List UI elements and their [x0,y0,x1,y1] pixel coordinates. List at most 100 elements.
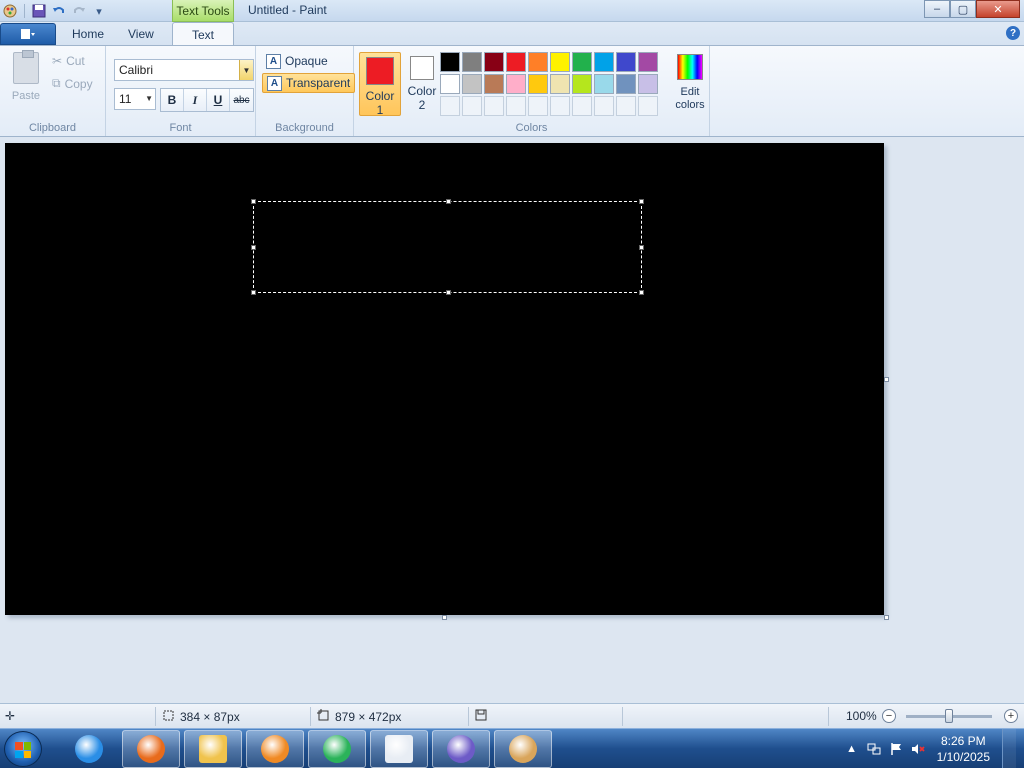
volume-muted-icon[interactable] [911,742,925,756]
copy-label: Copy [64,76,93,91]
palette-swatch[interactable] [616,52,636,72]
dropdown-icon[interactable]: ▾ [91,3,107,19]
palette-swatch[interactable] [594,52,614,72]
text-box-selection[interactable] [251,199,644,295]
cut-button[interactable]: ✂ Cut [52,54,85,68]
font-size-select[interactable]: 11 ▼ [114,88,156,110]
taskbar-button-media-center[interactable] [308,730,366,768]
custom-color-slot[interactable] [572,96,592,116]
custom-color-slot[interactable] [462,96,482,116]
maximize-button[interactable]: ▢ [950,0,976,18]
minimize-button[interactable]: – [924,0,950,18]
taskbar-button-media-player[interactable] [246,730,304,768]
resize-handle[interactable] [251,245,256,250]
help-icon[interactable]: ? [1006,26,1020,40]
bold-button[interactable]: B [161,89,184,111]
resize-handle[interactable] [446,199,451,204]
palette-swatch[interactable] [484,52,504,72]
palette-swatch[interactable] [550,52,570,72]
palette-swatch[interactable] [572,52,592,72]
drawing-canvas[interactable] [5,143,884,615]
taskbar-button-paint[interactable] [494,730,552,768]
save-icon[interactable] [31,3,47,19]
opaque-button[interactable]: A Opaque [262,51,332,71]
disk-icon [475,709,487,724]
zoom-out-button[interactable]: − [882,709,896,723]
palette-swatch[interactable] [506,52,526,72]
custom-color-slot[interactable] [638,96,658,116]
canvas-area[interactable] [0,138,1024,703]
palette-swatch[interactable] [550,74,570,94]
chevron-down-icon[interactable]: ▼ [239,60,253,80]
action-center-flag-icon[interactable] [889,742,903,756]
resize-handle[interactable] [639,245,644,250]
edit-colors-label-1: Edit [680,86,700,98]
strikethrough-button[interactable]: abc [230,89,253,111]
media-center-icon [323,735,351,763]
color1-button[interactable]: Color 1 [359,52,401,117]
palette-swatch[interactable] [440,52,460,72]
resize-handle[interactable] [639,199,644,204]
tab-home[interactable]: Home [60,22,116,46]
show-hidden-icons-icon[interactable]: ▲ [845,742,859,756]
palette-swatch[interactable] [616,74,636,94]
canvas-resize-handle-right[interactable] [884,377,889,382]
palette-swatch[interactable] [484,74,504,94]
custom-color-slot[interactable] [528,96,548,116]
palette-swatch[interactable] [638,52,658,72]
font-family-select[interactable]: Calibri ▼ [114,59,254,81]
chevron-down-icon[interactable]: ▼ [145,94,153,103]
paint-icon[interactable] [2,3,18,19]
custom-color-slot[interactable] [506,96,526,116]
underline-button[interactable]: U [207,89,230,111]
palette-swatch[interactable] [462,52,482,72]
canvas-resize-handle-bottom[interactable] [442,615,447,620]
internet-explorer-icon [75,735,103,763]
taskbar-button-visual-studio[interactable] [432,730,490,768]
background-group: A Opaque A Transparent Background [256,46,356,136]
palette-swatch[interactable] [506,74,526,94]
custom-color-slot[interactable] [594,96,614,116]
zoom-in-button[interactable]: + [1004,709,1018,723]
redo-icon[interactable] [71,3,87,19]
custom-color-slot[interactable] [616,96,636,116]
undo-icon[interactable] [51,3,67,19]
zoom-slider-thumb[interactable] [945,709,953,723]
tab-text[interactable]: Text [172,22,234,46]
transparent-button[interactable]: A Transparent [262,73,356,93]
taskbar-button-news[interactable] [370,730,428,768]
resize-handle[interactable] [251,199,256,204]
resize-handle[interactable] [639,290,644,295]
taskbar-button-firefox[interactable] [122,730,180,768]
palette-swatch[interactable] [594,74,614,94]
ribbon: Paste ✂ Cut ⧉ Copy Clipboard Calibri ▼ 1… [0,45,1024,137]
palette-swatch[interactable] [572,74,592,94]
edit-colors-button[interactable]: Edit colors [670,52,710,112]
custom-color-slot[interactable] [484,96,504,116]
palette-swatch[interactable] [462,74,482,94]
custom-color-slot[interactable] [440,96,460,116]
resize-handle[interactable] [251,290,256,295]
paint-menu-button[interactable] [0,23,56,45]
tab-view[interactable]: View [116,22,166,46]
palette-swatch[interactable] [440,74,460,94]
taskbar-button-file-explorer[interactable] [184,730,242,768]
close-button[interactable]: ✕ [976,0,1020,18]
taskbar-button-internet-explorer[interactable] [60,730,118,768]
color2-button[interactable]: Color 2 [401,52,443,116]
colors-group-label: Colors [515,122,548,134]
copy-button[interactable]: ⧉ Copy [52,76,93,91]
palette-swatch[interactable] [638,74,658,94]
separator [828,707,829,726]
resize-handle[interactable] [446,290,451,295]
palette-swatch[interactable] [528,74,548,94]
paste-button[interactable]: Paste [8,50,44,102]
italic-button[interactable]: I [184,89,207,111]
clock[interactable]: 8:26 PM 1/10/2025 [937,733,990,765]
network-icon[interactable] [867,742,881,756]
start-button[interactable] [4,731,42,767]
canvas-resize-handle-corner[interactable] [884,615,889,620]
custom-color-slot[interactable] [550,96,570,116]
palette-swatch[interactable] [528,52,548,72]
show-desktop-button[interactable] [1002,729,1016,768]
